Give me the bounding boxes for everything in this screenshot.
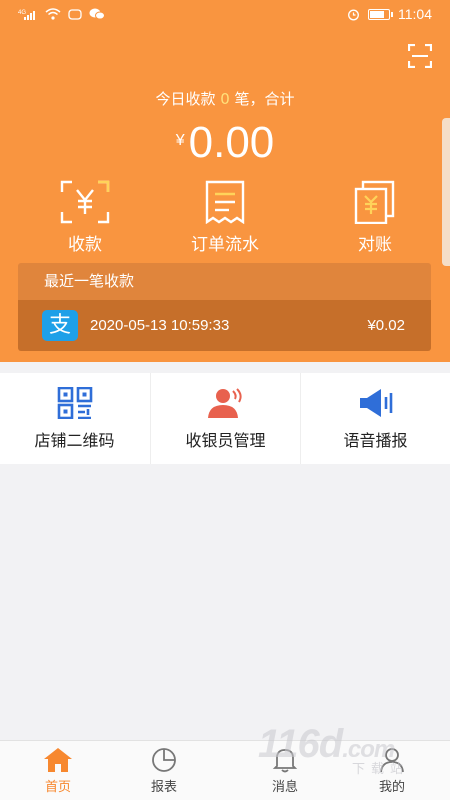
collect-button[interactable]: 收款 [25,180,145,255]
cashier-management-tile[interactable]: 收银员管理 [151,373,300,464]
recent-amount: ¥0.02 [367,317,405,334]
signal-icon: 4G [18,10,35,20]
network-type: 4G [18,10,26,16]
collect-label: 收款 [68,235,102,255]
nav-report[interactable]: 报表 [108,741,220,800]
feature-tiles: 店铺二维码 收银员管理 语音播报 [0,373,450,464]
recent-payment-card[interactable]: 最近一笔收款 支 2020-05-13 10:59:33 ¥0.02 [18,263,431,351]
nav-messages-label: 消息 [271,780,298,795]
recent-title: 最近一笔收款 [18,263,431,300]
side-scroll-handle[interactable] [442,118,450,266]
receipt-icon [205,180,245,224]
cashier-management-label: 收银员管理 [185,431,266,450]
alipay-icon: 支 [42,310,78,341]
reconcile-icon [354,180,395,224]
voice-broadcast-label: 语音播报 [343,431,408,450]
nav-home-label: 首页 [44,780,71,795]
recent-time: 2020-05-13 10:59:33 [90,317,230,334]
qr-code-icon [57,387,92,419]
action-row: 收款 订单流水 对账 [0,180,450,255]
scan-icon[interactable] [408,44,432,68]
nav-report-label: 报表 [150,780,177,795]
status-icons-right: 11:04 [347,6,432,22]
battery-icon [368,8,393,20]
reconcile-button[interactable]: 对账 [315,180,435,255]
amount-value: 0.00 [188,118,275,167]
header: 今日收款 0 笔，合计 ¥0.00 收款 订单流水 对账 最近一笔收款 支 20… [0,30,450,362]
yuan-scan-icon [60,180,110,224]
nav-mine-label: 我的 [378,780,405,795]
watermark-subtext: 下载站 [352,762,410,777]
voice-broadcast-tile[interactable]: 语音播报 [301,373,450,464]
status-bar: 4G 11:04 [0,0,450,30]
home-icon [44,748,72,772]
total-amount: ¥0.00 [0,118,450,168]
currency-symbol: ¥ [175,132,185,149]
alarm-icon [348,9,359,20]
summary-suffix: 笔，合计 [229,90,295,108]
pie-chart-icon [152,748,176,772]
wechat-icon [89,8,105,20]
order-flow-label: 订单流水 [191,235,259,255]
notification-app-icon [68,9,82,20]
speaker-icon [359,389,392,417]
status-icons-left: 4G [18,8,105,20]
reconcile-label: 对账 [358,235,392,255]
cashier-icon [207,388,242,418]
order-flow-button[interactable]: 订单流水 [165,180,285,255]
summary-count: 0 [220,90,230,108]
clock: 11:04 [398,6,432,22]
watermark-brand: 116d [258,722,343,766]
recent-payment-row[interactable]: 支 2020-05-13 10:59:33 ¥0.02 [18,300,431,351]
today-summary: 今日收款 0 笔，合计 [0,88,450,109]
nav-home[interactable]: 首页 [2,741,114,800]
store-qrcode-tile[interactable]: 店铺二维码 [0,373,149,464]
store-qrcode-label: 店铺二维码 [34,431,115,450]
summary-prefix: 今日收款 [155,90,221,108]
wifi-icon [45,8,61,20]
